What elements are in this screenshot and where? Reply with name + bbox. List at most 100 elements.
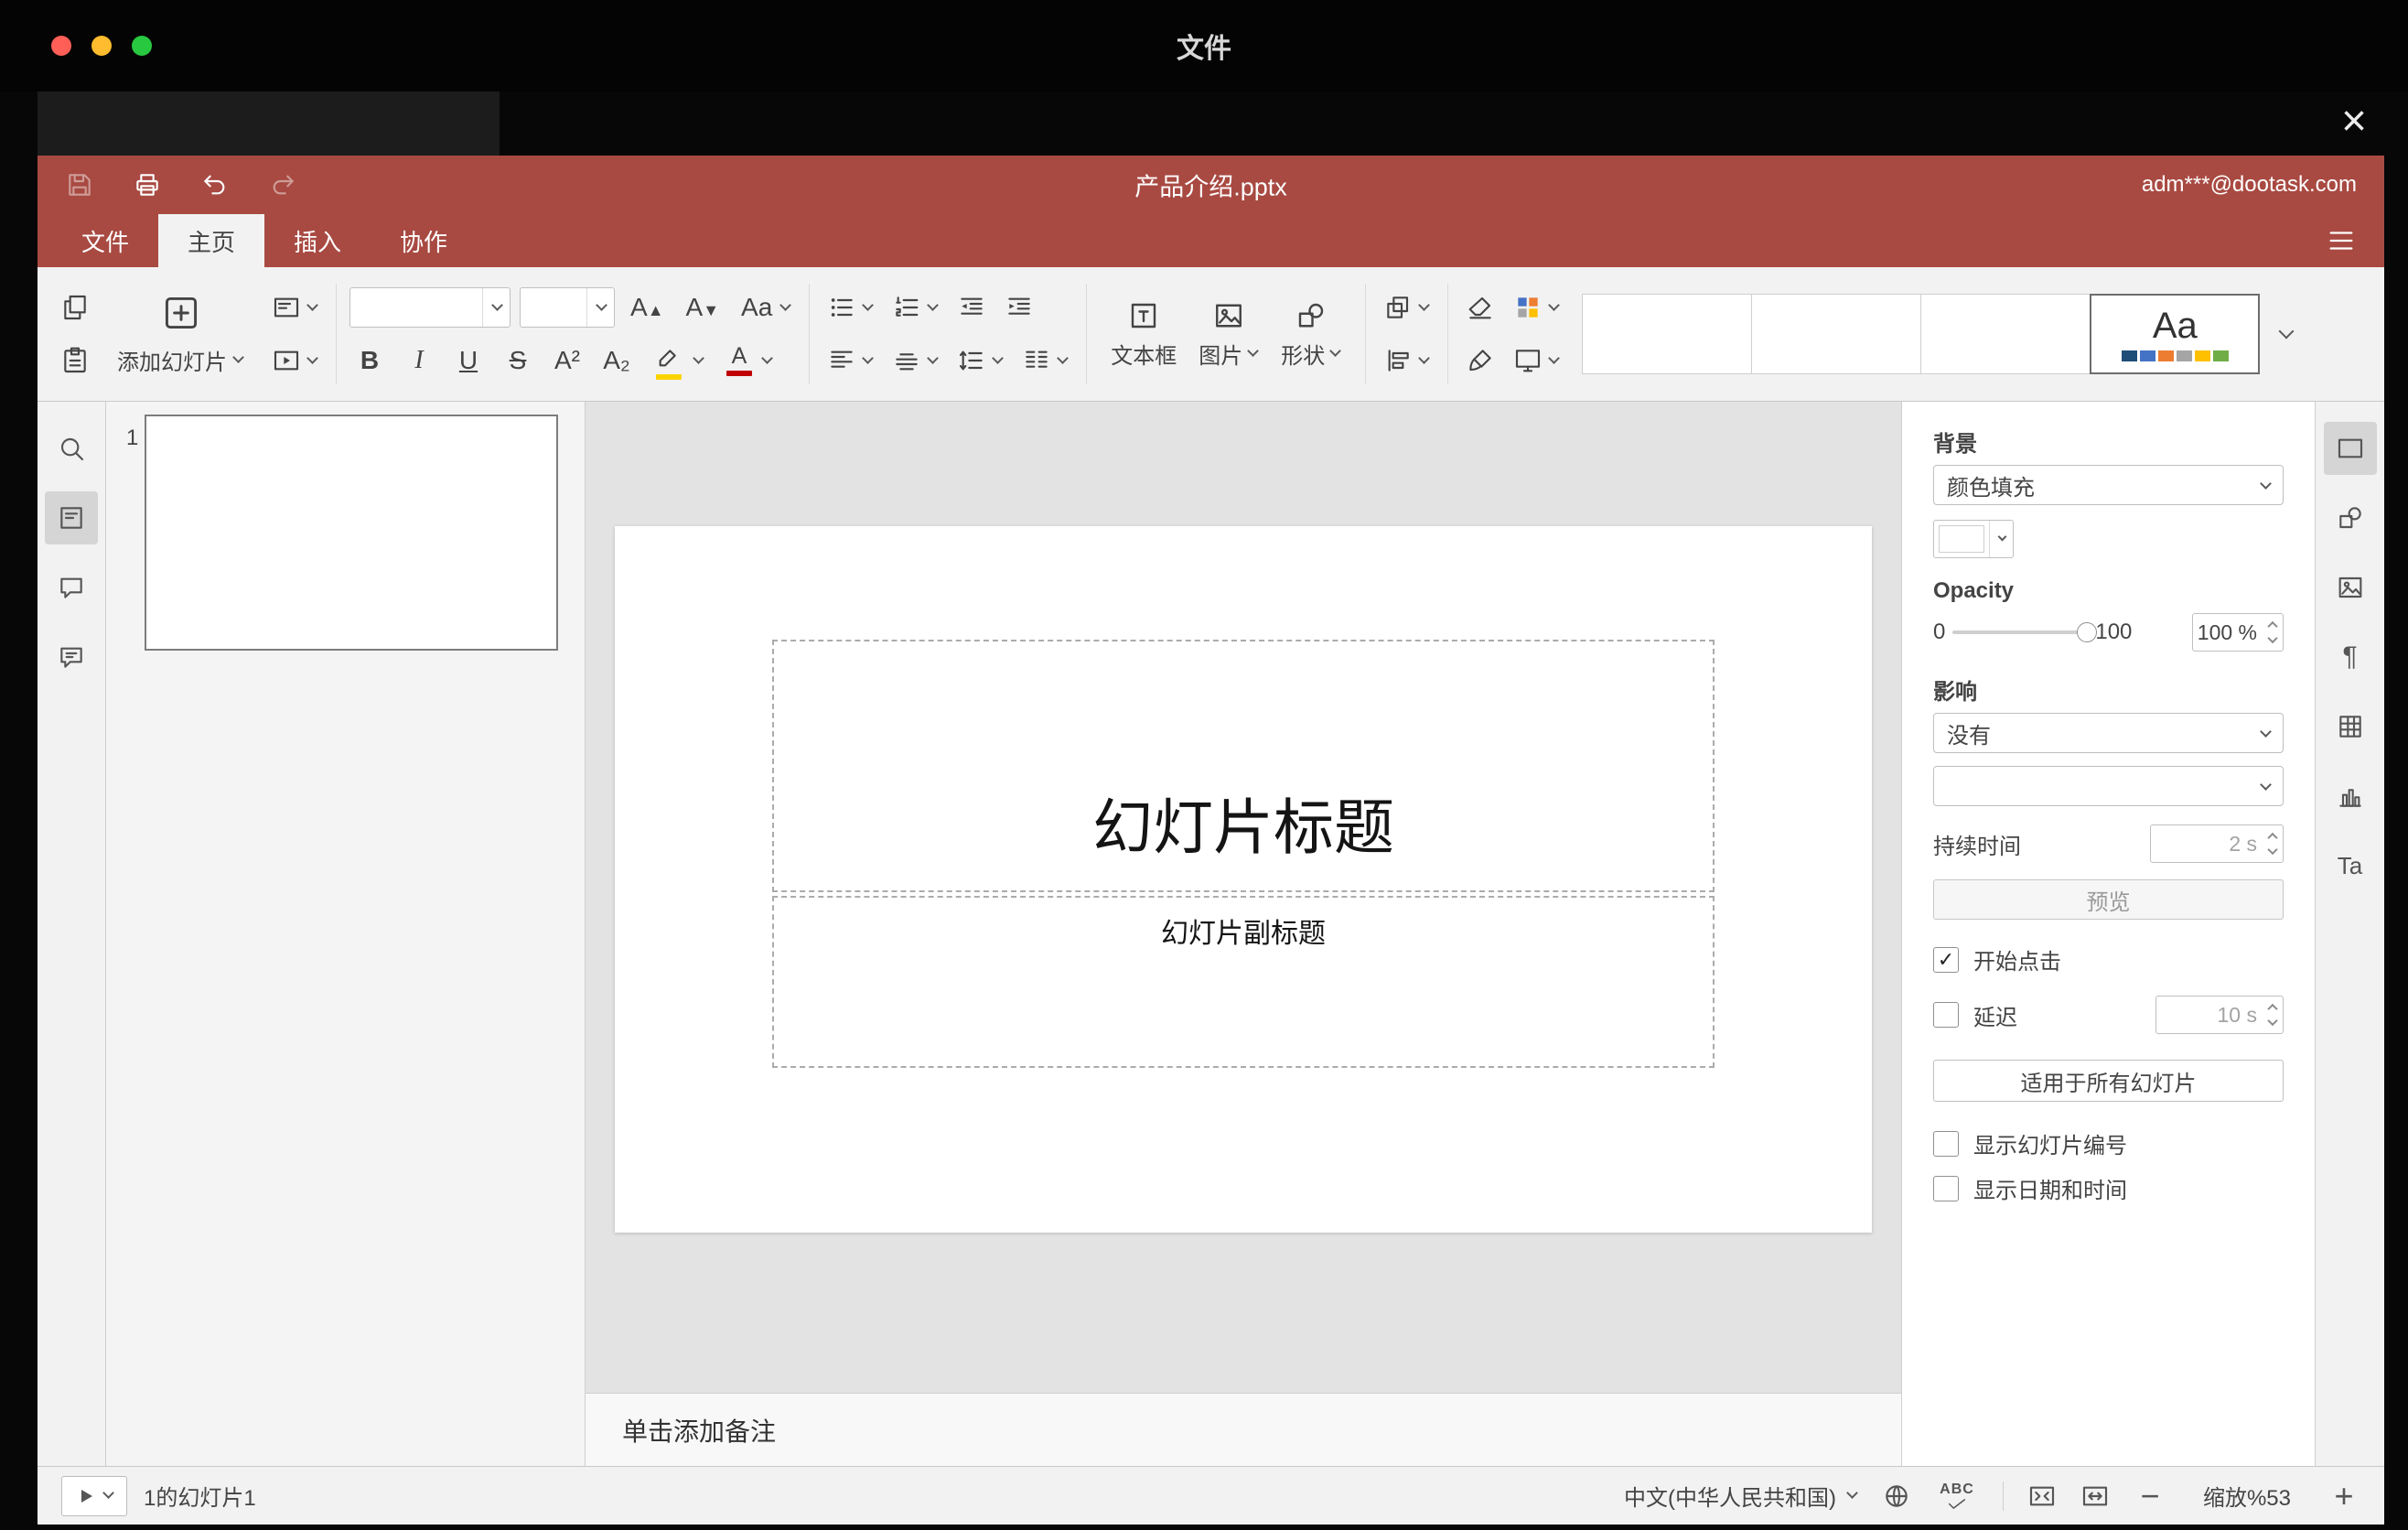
insert-shape-button[interactable]: 形状 xyxy=(1270,299,1352,370)
search-button[interactable] xyxy=(45,422,98,475)
fill-color-picker[interactable] xyxy=(1933,520,2014,558)
slide-settings-button[interactable] xyxy=(2323,422,2377,475)
decrease-indent-button[interactable] xyxy=(952,289,991,326)
opacity-input[interactable]: 100 % xyxy=(2192,613,2284,652)
tab-home[interactable]: 主页 xyxy=(158,214,265,267)
hamburger-menu-icon[interactable] xyxy=(2326,225,2357,256)
spinner-icon[interactable] xyxy=(2267,1003,2278,1027)
comments-button[interactable] xyxy=(45,561,98,614)
effect-select[interactable]: 没有 xyxy=(1933,713,2284,753)
start-on-click-checkbox[interactable]: ✓ xyxy=(1933,946,1959,973)
add-slide-menu-button[interactable]: 添加幻灯片 xyxy=(113,340,249,380)
paragraph-settings-button[interactable]: ¶ xyxy=(2324,630,2377,684)
duration-input[interactable]: 2 s xyxy=(2150,824,2284,863)
superscript-button[interactable]: A² xyxy=(547,339,587,382)
close-window-button[interactable] xyxy=(51,36,71,56)
fill-type-select[interactable]: 颜色填充 xyxy=(1933,465,2284,505)
undo-button[interactable] xyxy=(200,170,230,199)
title-placeholder[interactable]: 幻灯片标题 xyxy=(772,640,1715,892)
table-settings-button[interactable] xyxy=(2324,700,2377,753)
image-settings-button[interactable] xyxy=(2324,561,2377,614)
font-size-combo[interactable] xyxy=(520,287,615,328)
change-layout-button[interactable] xyxy=(267,289,323,326)
bullet-list-button[interactable] xyxy=(822,289,878,326)
redo-button[interactable] xyxy=(268,170,297,199)
spinner-icon[interactable] xyxy=(2267,832,2278,856)
insert-image-button[interactable]: 图片 xyxy=(1188,299,1270,370)
subscript-button[interactable]: A₂ xyxy=(597,339,637,382)
highlight-color-button[interactable] xyxy=(646,337,709,385)
start-slideshow-button[interactable] xyxy=(267,342,323,379)
clear-style-button[interactable] xyxy=(1461,289,1500,326)
slides-panel-button[interactable] xyxy=(45,491,98,544)
spellcheck-button[interactable]: ABC xyxy=(1935,1474,1979,1518)
numbered-list-button[interactable] xyxy=(887,289,943,326)
copy-button[interactable] xyxy=(56,289,94,326)
shape-settings-button[interactable] xyxy=(2324,491,2377,544)
horizontal-align-button[interactable] xyxy=(822,342,878,379)
subtitle-placeholder[interactable]: 幻灯片副标题 xyxy=(772,896,1715,1068)
language-selector[interactable]: 中文(中华人民共和国) xyxy=(1624,1480,1858,1512)
decrease-font-size-button[interactable]: A▼ xyxy=(680,286,726,329)
save-button[interactable] xyxy=(65,170,94,199)
copy-style-button[interactable] xyxy=(1461,342,1500,379)
chat-button[interactable] xyxy=(45,630,98,684)
chart-settings-button[interactable] xyxy=(2324,770,2377,823)
zoom-in-button[interactable]: + xyxy=(2327,1479,2360,1513)
tab-collaboration[interactable]: 协作 xyxy=(371,214,477,267)
chevron-down-icon[interactable] xyxy=(482,288,510,327)
columns-button[interactable] xyxy=(1017,342,1073,379)
show-slide-number-checkbox[interactable] xyxy=(1933,1130,1959,1157)
slide[interactable]: 幻灯片标题 幻灯片副标题 xyxy=(615,526,1872,1233)
fit-width-icon[interactable] xyxy=(2080,1482,2110,1511)
underline-button[interactable]: U xyxy=(448,339,489,382)
theme-thumbnail[interactable] xyxy=(1582,294,1753,374)
tab-file[interactable]: 文件 xyxy=(52,214,158,267)
italic-button[interactable]: I xyxy=(399,339,439,382)
font-color-button[interactable]: A xyxy=(718,339,778,382)
show-date-time-checkbox[interactable] xyxy=(1933,1175,1959,1201)
globe-icon[interactable] xyxy=(1882,1482,1911,1511)
effect-option-select[interactable] xyxy=(1933,766,2284,806)
theme-gallery-expand-button[interactable] xyxy=(2260,294,2311,374)
opacity-slider[interactable] xyxy=(1952,622,2098,642)
minimize-window-button[interactable] xyxy=(91,36,112,56)
print-button[interactable] xyxy=(133,170,162,199)
preview-button[interactable]: 预览 xyxy=(1933,879,2284,920)
align-shapes-button[interactable] xyxy=(1379,342,1435,379)
theme-thumbnail[interactable] xyxy=(1920,294,2091,374)
delay-input[interactable]: 10 s xyxy=(2155,996,2284,1034)
increase-indent-button[interactable] xyxy=(1000,289,1038,326)
increase-font-size-button[interactable]: A▲ xyxy=(624,286,671,329)
chevron-down-icon[interactable] xyxy=(1989,521,2013,557)
apply-to-all-slides-button[interactable]: 适用于所有幻灯片 xyxy=(1933,1060,2284,1102)
strikethrough-button[interactable]: S xyxy=(498,339,538,382)
fit-slide-icon[interactable] xyxy=(2027,1482,2057,1511)
zoom-out-button[interactable]: − xyxy=(2134,1479,2166,1513)
theme-thumbnail[interactable] xyxy=(1751,294,1922,374)
color-scheme-button[interactable] xyxy=(1509,289,1564,326)
theme-thumbnail-selected[interactable]: Aa xyxy=(2090,294,2261,374)
notes-area[interactable]: 单击添加备注 xyxy=(586,1393,1901,1466)
spinner-icon[interactable] xyxy=(2267,620,2278,644)
opacity-slider-knob[interactable] xyxy=(2077,622,2098,642)
font-name-combo[interactable] xyxy=(349,287,511,328)
tab-insert[interactable]: 插入 xyxy=(264,214,371,267)
fullscreen-window-button[interactable] xyxy=(132,36,152,56)
change-case-button[interactable]: Aa xyxy=(735,286,796,329)
chevron-down-icon[interactable] xyxy=(586,288,614,327)
zoom-level[interactable]: 缩放%53 xyxy=(2190,1480,2304,1512)
close-icon[interactable]: × xyxy=(2326,93,2382,150)
add-slide-button[interactable] xyxy=(156,289,206,337)
line-spacing-button[interactable] xyxy=(952,342,1008,379)
start-slideshow-status-button[interactable] xyxy=(61,1475,127,1516)
insert-textbox-button[interactable]: 文本框 xyxy=(1100,299,1188,370)
textart-settings-button[interactable]: Ta xyxy=(2324,839,2377,892)
bold-button[interactable]: B xyxy=(349,339,390,382)
delay-checkbox[interactable] xyxy=(1933,1002,1959,1028)
paste-button[interactable] xyxy=(56,342,94,379)
slide-thumbnail-selected[interactable] xyxy=(145,415,558,651)
slide-size-button[interactable] xyxy=(1509,342,1564,379)
arrange-shapes-button[interactable] xyxy=(1379,289,1435,326)
vertical-align-button[interactable] xyxy=(887,342,943,379)
